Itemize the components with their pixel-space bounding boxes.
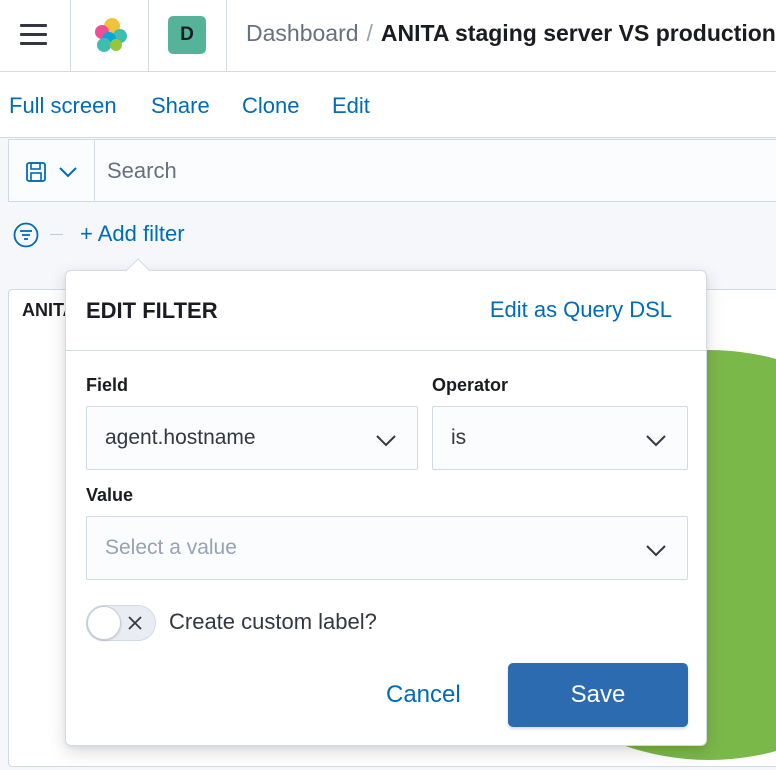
filter-icon[interactable] xyxy=(13,222,39,248)
edit-filter-popover: EDIT FILTER Edit as Query DSL Field agen… xyxy=(65,270,707,746)
header-divider xyxy=(226,0,227,72)
header-divider xyxy=(70,0,71,72)
chevron-down-icon xyxy=(646,435,666,447)
elastic-logo-icon[interactable] xyxy=(90,16,128,54)
operator-select[interactable]: is xyxy=(432,406,688,470)
value-label: Value xyxy=(86,485,134,505)
save-icon xyxy=(26,162,46,182)
share-link[interactable]: Share xyxy=(151,93,210,119)
chevron-down-icon xyxy=(376,435,396,447)
edit-link[interactable]: Edit xyxy=(332,93,370,119)
field-label: Field xyxy=(86,375,129,395)
add-filter-button[interactable]: + Add filter xyxy=(80,221,185,247)
saved-query-button[interactable] xyxy=(9,140,95,201)
field-select[interactable]: agent.hostname xyxy=(86,406,418,470)
dashboard-top-nav: Full screen Share Clone Edit xyxy=(0,72,776,138)
save-button[interactable]: Save xyxy=(508,663,688,727)
value-select-placeholder: Select a value xyxy=(105,536,237,559)
search-input[interactable] xyxy=(96,140,776,201)
custom-label-toggle[interactable] xyxy=(86,605,156,641)
query-bar xyxy=(8,139,776,202)
breadcrumb-separator: / xyxy=(366,20,373,46)
clone-link[interactable]: Clone xyxy=(242,93,299,119)
operator-select-value: is xyxy=(451,426,467,449)
breadcrumb: Dashboard / ANITA staging server VS produc… xyxy=(246,20,776,47)
header-divider xyxy=(148,0,149,72)
close-icon xyxy=(128,616,142,630)
popover-title: EDIT FILTER xyxy=(86,298,218,323)
chevron-down-icon xyxy=(59,167,77,178)
menu-icon[interactable] xyxy=(20,24,47,46)
app-header: D Dashboard / ANITA staging server VS prod… xyxy=(0,0,776,72)
divider xyxy=(50,234,63,235)
breadcrumb-dashboard-link[interactable]: Dashboard xyxy=(246,20,359,46)
space-avatar[interactable]: D xyxy=(168,16,206,54)
custom-label-text: Create custom label? xyxy=(169,609,377,634)
full-screen-link[interactable]: Full screen xyxy=(9,93,117,119)
operator-label: Operator xyxy=(432,375,509,395)
popover-header: EDIT FILTER Edit as Query DSL xyxy=(66,271,706,351)
edit-as-query-dsl-link[interactable]: Edit as Query DSL xyxy=(490,297,672,323)
chevron-down-icon xyxy=(646,545,666,557)
field-select-value: agent.hostname xyxy=(105,426,256,449)
page-title: ANITA staging server VS production s xyxy=(380,20,776,46)
toggle-knob xyxy=(87,606,121,640)
cancel-button[interactable]: Cancel xyxy=(386,681,461,709)
value-select[interactable]: Select a value xyxy=(86,516,688,580)
